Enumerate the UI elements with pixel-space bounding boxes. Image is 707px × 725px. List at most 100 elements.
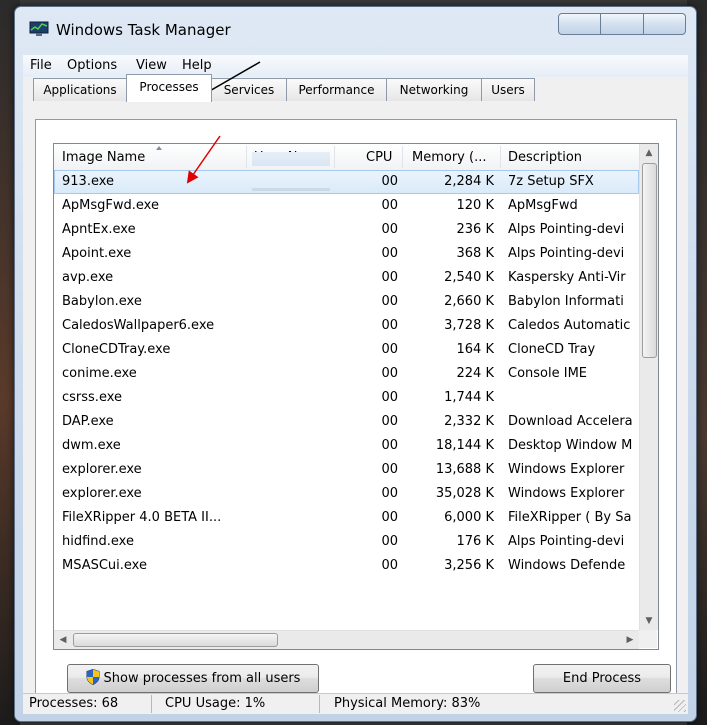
process-cpu: 00 (381, 558, 398, 573)
scroll-right-icon[interactable]: ▶ (621, 631, 639, 649)
vertical-scrollbar[interactable]: ▲ ▼ (639, 144, 658, 630)
process-memory: 236 K (456, 222, 494, 237)
process-memory: 2,332 K (444, 414, 494, 429)
column-header-description[interactable]: Description (508, 144, 582, 170)
process-row[interactable]: avp.exe 00 2,540 K Kaspersky Anti-Vir (54, 266, 639, 290)
maximize-button[interactable] (601, 13, 644, 35)
status-divider (151, 695, 152, 713)
process-memory: 224 K (456, 366, 494, 381)
scroll-up-icon[interactable]: ▲ (640, 144, 658, 162)
tab-performance[interactable]: Performance (286, 78, 387, 101)
tab-users[interactable]: Users (481, 78, 535, 101)
column-divider[interactable] (500, 146, 501, 168)
process-row[interactable]: ApMsgFwd.exe 00 120 K ApMsgFwd (54, 194, 639, 218)
menu-help[interactable]: Help (182, 58, 212, 73)
process-cpu: 00 (381, 246, 398, 261)
tab-networking[interactable]: Networking (386, 78, 482, 101)
process-description: Windows Explorer (508, 486, 625, 501)
column-header-image-name-label: Image Name (62, 150, 146, 165)
process-rows: 913.exe 00 2,284 K 7z Setup SFX ApMsgFwd.exe… (54, 170, 639, 578)
process-user (254, 218, 334, 242)
process-row[interactable]: FileXRipper 4.0 BETA II... 00 6,000 K FileX… (54, 506, 639, 530)
process-row[interactable]: explorer.exe 00 35,028 K Windows Explorer (54, 482, 639, 506)
process-cpu: 00 (381, 198, 398, 213)
process-memory: 368 K (456, 246, 494, 261)
process-description: Download Accelera (508, 414, 633, 429)
process-memory: 6,000 K (444, 510, 494, 525)
process-user (254, 482, 334, 506)
title-bar[interactable]: Windows Task Manager (15, 7, 696, 55)
process-cpu: 00 (381, 366, 398, 381)
process-row[interactable]: CloneCDTray.exe 00 164 K CloneCD Tray (54, 338, 639, 362)
process-description: Alps Pointing-devi (508, 246, 625, 261)
process-user (254, 338, 334, 362)
process-row[interactable]: DAP.exe 00 2,332 K Download Accelera (54, 410, 639, 434)
process-row[interactable]: dwm.exe 00 18,144 K Desktop Window M (54, 434, 639, 458)
column-divider[interactable] (246, 146, 247, 168)
process-list[interactable]: Image Name User Name CPU Memory (... Des… (53, 143, 659, 650)
status-process-count: Processes: 68 (29, 696, 119, 711)
tab-processes[interactable]: Processes (126, 74, 212, 102)
process-user (254, 362, 334, 386)
end-process-button[interactable]: End Process (533, 664, 671, 693)
process-row[interactable]: CaledosWallpaper6.exe 00 3,728 K Caledos Au… (54, 314, 639, 338)
process-cpu: 00 (381, 318, 398, 333)
process-user (254, 266, 334, 290)
column-header-cpu[interactable]: CPU (366, 144, 392, 170)
process-name: Apoint.exe (62, 246, 132, 261)
process-cpu: 00 (381, 222, 398, 237)
process-name: explorer.exe (62, 486, 142, 501)
task-manager-window: Windows Task Manager File Options View H… (14, 6, 697, 722)
tab-services[interactable]: Services (211, 78, 287, 101)
process-name: FileXRipper 4.0 BETA II... (62, 510, 222, 525)
horizontal-scrollbar[interactable]: ◀ ▶ (54, 630, 639, 649)
minimize-button[interactable] (558, 13, 602, 35)
process-description: Kaspersky Anti-Vir (508, 270, 626, 285)
process-cpu: 00 (381, 438, 398, 453)
process-row[interactable]: Babylon.exe 00 2,660 K Babylon Informati (54, 290, 639, 314)
process-row[interactable]: explorer.exe 00 13,688 K Windows Explorer (54, 458, 639, 482)
process-memory: 13,688 K (435, 462, 494, 477)
menu-file[interactable]: File (30, 58, 52, 73)
process-row[interactable]: conime.exe 00 224 K Console IME (54, 362, 639, 386)
process-name: CloneCDTray.exe (62, 342, 171, 357)
process-row[interactable]: MSASCui.exe 00 3,256 K Windows Defende (54, 554, 639, 578)
column-divider[interactable] (334, 146, 335, 168)
process-row[interactable]: ApntEx.exe 00 236 K Alps Pointing-devi (54, 218, 639, 242)
process-row[interactable]: csrss.exe 00 1,744 K (54, 386, 639, 410)
process-user (254, 290, 334, 314)
process-description (508, 386, 638, 410)
process-user (254, 410, 334, 434)
scrollbar-corner (639, 630, 657, 648)
process-name: explorer.exe (62, 462, 142, 477)
show-all-processes-button[interactable]: Show processes from all users (67, 664, 319, 693)
horizontal-scroll-thumb[interactable] (73, 633, 278, 647)
menu-view[interactable]: View (136, 58, 167, 73)
process-description: Windows Defende (508, 558, 626, 573)
process-name: 913.exe (62, 174, 115, 189)
process-row[interactable]: Apoint.exe 00 368 K Alps Pointing-devi (54, 242, 639, 266)
redacted-user-name-underline (252, 188, 330, 191)
process-row[interactable]: 913.exe 00 2,284 K 7z Setup SFX (54, 170, 639, 194)
process-name: ApntEx.exe (62, 222, 136, 237)
process-name: csrss.exe (62, 390, 123, 405)
column-header-image-name[interactable]: Image Name (62, 144, 145, 170)
column-header-memory[interactable]: Memory (... (412, 144, 486, 170)
process-cpu: 00 (381, 534, 398, 549)
scroll-left-icon[interactable]: ◀ (54, 631, 72, 649)
redacted-user-name (252, 152, 330, 166)
vertical-scroll-thumb[interactable] (642, 163, 657, 358)
process-user (254, 530, 334, 554)
process-description: FileXRipper ( By Sa (508, 510, 632, 525)
process-description: Windows Explorer (508, 462, 625, 477)
resize-grip-icon[interactable] (674, 700, 686, 712)
close-button[interactable] (643, 13, 686, 35)
tab-applications[interactable]: Applications (33, 78, 127, 101)
process-row[interactable]: hidfind.exe 00 176 K Alps Pointing-devi (54, 530, 639, 554)
process-cpu: 00 (381, 270, 398, 285)
column-divider[interactable] (402, 146, 403, 168)
scroll-down-icon[interactable]: ▼ (640, 612, 658, 630)
menu-options[interactable]: Options (67, 58, 117, 73)
column-header-row: Image Name User Name CPU Memory (... Des… (54, 144, 639, 171)
process-cpu: 00 (381, 462, 398, 477)
